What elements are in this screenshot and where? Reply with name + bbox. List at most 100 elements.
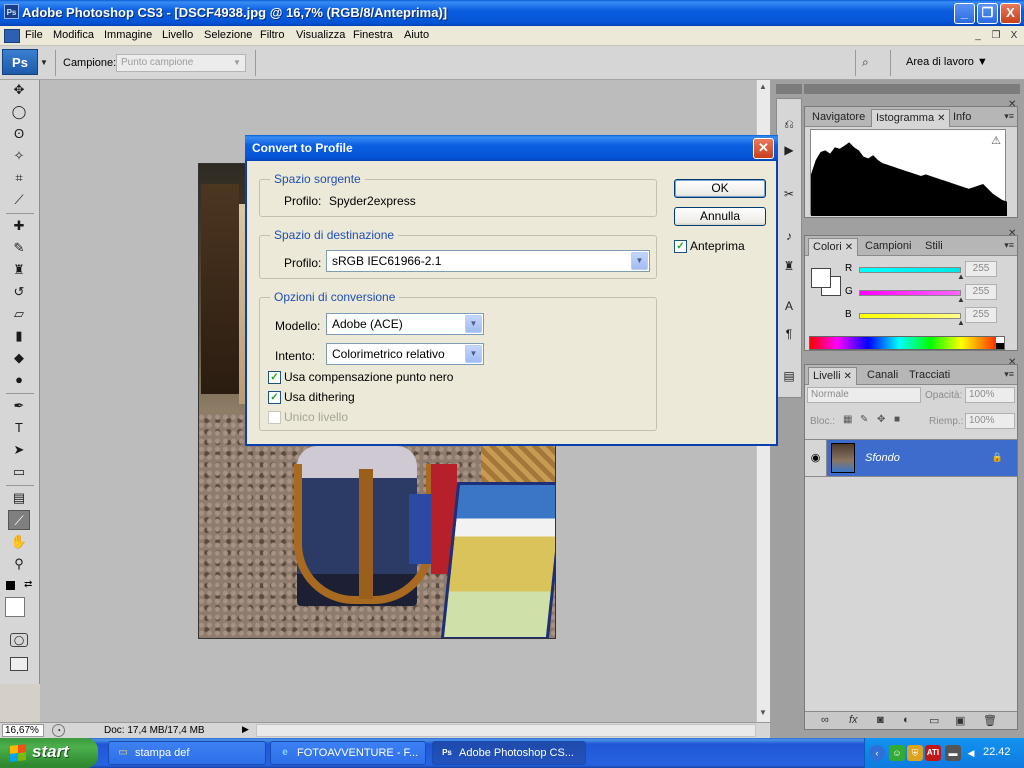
- default-colors-icon[interactable]: [6, 581, 15, 590]
- ati-icon[interactable]: ATI: [925, 745, 941, 761]
- foreground-color-chip[interactable]: [811, 268, 831, 288]
- scroll-down-icon[interactable]: ▼: [759, 708, 767, 717]
- tab-istogramma[interactable]: Istogramma ✕: [871, 109, 951, 127]
- color-ramp[interactable]: [809, 336, 1005, 350]
- history-brush-tool-icon[interactable]: ↺: [8, 282, 30, 302]
- tray-expand-icon[interactable]: ‹: [869, 745, 885, 761]
- close-icon[interactable]: ✕: [845, 242, 853, 253]
- green-gradient[interactable]: [859, 290, 961, 296]
- usb-icon[interactable]: ▬: [945, 745, 961, 761]
- blue-value[interactable]: 255: [965, 307, 997, 323]
- cancel-button[interactable]: Annulla: [674, 207, 766, 226]
- adjustment-layer-icon[interactable]: ◐: [903, 714, 910, 726]
- green-value[interactable]: 255: [965, 284, 997, 300]
- task-photoshop[interactable]: Ps Adobe Photoshop CS...: [432, 741, 586, 765]
- icon-dock-header[interactable]: [776, 84, 802, 94]
- character-panel-icon[interactable]: A: [780, 297, 798, 315]
- tab-campioni[interactable]: Campioni: [861, 238, 915, 256]
- foreground-color-swatch[interactable]: [5, 597, 25, 617]
- volume-icon[interactable]: ◀: [963, 745, 979, 761]
- status-info-icon[interactable]: ◔: [52, 724, 65, 737]
- gradient-tool-icon[interactable]: ▮: [8, 326, 30, 346]
- history-panel-icon[interactable]: ⎌: [780, 115, 798, 133]
- close-icon[interactable]: ✕: [937, 113, 945, 124]
- red-gradient[interactable]: [859, 267, 961, 273]
- move-tool-icon[interactable]: ✥: [8, 80, 30, 100]
- lock-move-icon[interactable]: ✥: [877, 414, 885, 425]
- swap-colors-icon[interactable]: ⇄: [24, 579, 32, 590]
- photoshop-logo[interactable]: Ps: [2, 49, 38, 75]
- close-button[interactable]: X: [1000, 3, 1021, 24]
- menu-finestra[interactable]: Finestra: [353, 29, 393, 41]
- menu-visualizza[interactable]: Visualizza: [296, 29, 345, 41]
- tab-livelli[interactable]: Livelli ✕: [808, 367, 857, 385]
- panel-menu-icon[interactable]: ▾≡: [1004, 240, 1014, 251]
- preview-checkbox[interactable]: ✓: [674, 240, 687, 253]
- intent-select[interactable]: Colorimetrico relativo ▼: [326, 343, 484, 365]
- blue-gradient[interactable]: [859, 313, 961, 319]
- destination-profile-select[interactable]: sRGB IEC61966-2.1 ▼: [326, 250, 650, 272]
- zoom-tool-icon[interactable]: ⚲: [8, 554, 30, 574]
- dialog-close-button[interactable]: ✕: [753, 138, 774, 159]
- document-icon[interactable]: [4, 29, 20, 43]
- add-mask-icon[interactable]: ◙: [877, 714, 884, 726]
- screen-mode-icon[interactable]: [10, 657, 28, 671]
- opacity-field[interactable]: 100%: [965, 387, 1015, 403]
- bpc-checkbox[interactable]: ✓: [268, 371, 281, 384]
- stamp-tool-icon[interactable]: ♜: [8, 260, 30, 280]
- zoom-field[interactable]: 16,67%: [2, 724, 44, 737]
- clone-source-icon[interactable]: ♜: [780, 257, 798, 275]
- healing-tool-icon[interactable]: ✚: [8, 216, 30, 236]
- warning-icon[interactable]: ⚠: [991, 134, 1001, 147]
- tool-preset-dropdown-icon[interactable]: ▼: [40, 58, 48, 67]
- new-layer-icon[interactable]: ▣: [955, 714, 965, 727]
- bpc-label[interactable]: Usa compensazione punto nero: [284, 370, 453, 384]
- task-fotoavventure[interactable]: e FOTOAVVENTURE - F...: [270, 741, 426, 765]
- magic-wand-tool-icon[interactable]: ✧: [8, 146, 30, 166]
- status-menu-arrow-icon[interactable]: ▶: [242, 724, 249, 735]
- tab-info[interactable]: Info: [949, 109, 975, 127]
- canvas-horizontal-scrollbar[interactable]: [256, 724, 756, 737]
- visibility-eye-icon[interactable]: ◉: [805, 440, 827, 476]
- panel-menu-icon[interactable]: ▾≡: [1004, 369, 1014, 380]
- dither-label[interactable]: Usa dithering: [284, 390, 355, 404]
- link-layers-icon[interactable]: ∞: [821, 714, 829, 726]
- trash-icon[interactable]: 🗑: [983, 714, 997, 727]
- layer-name[interactable]: Sfondo: [865, 452, 900, 464]
- lock-transparent-icon[interactable]: ▦: [843, 414, 852, 425]
- slider-thumb-icon[interactable]: ▲: [957, 272, 965, 281]
- pen-tool-icon[interactable]: ✒: [8, 396, 30, 416]
- messenger-icon[interactable]: ☺: [889, 745, 905, 761]
- tool-presets-icon[interactable]: ✂: [780, 185, 798, 203]
- slice-tool-icon[interactable]: ⟋: [8, 190, 30, 210]
- brush-tool-icon[interactable]: ✎: [8, 238, 30, 258]
- type-tool-icon[interactable]: T: [8, 418, 30, 438]
- blur-tool-icon[interactable]: ◆: [8, 348, 30, 368]
- dither-checkbox[interactable]: ✓: [268, 391, 281, 404]
- panel-dock-header[interactable]: [804, 84, 1020, 94]
- fill-field[interactable]: 100%: [965, 413, 1015, 429]
- doc-minimize-button[interactable]: _: [970, 28, 986, 44]
- tab-colori[interactable]: Colori ✕: [808, 238, 859, 256]
- dialog-titlebar[interactable]: Convert to Profile ✕: [245, 135, 778, 161]
- red-value[interactable]: 255: [965, 261, 997, 277]
- slider-thumb-icon[interactable]: ▲: [957, 318, 965, 327]
- black-white-ramp[interactable]: [996, 337, 1004, 349]
- restore-button[interactable]: ❐: [977, 3, 998, 24]
- fx-icon[interactable]: fx: [849, 714, 858, 726]
- close-icon[interactable]: ✕: [844, 371, 852, 382]
- panel-close-icon[interactable]: ✕: [1008, 99, 1022, 110]
- lock-all-icon[interactable]: ■: [894, 414, 900, 425]
- scroll-up-icon[interactable]: ▲: [759, 82, 767, 91]
- sample-select[interactable]: Punto campione ▼: [116, 54, 246, 72]
- blend-mode-select[interactable]: Normale: [807, 387, 921, 403]
- menu-aiuto[interactable]: Aiuto: [404, 29, 429, 41]
- brushes-panel-icon[interactable]: ♪: [780, 227, 798, 245]
- slider-thumb-icon[interactable]: ▲: [957, 295, 965, 304]
- minimize-button[interactable]: _: [954, 3, 975, 24]
- eyedropper-tool-icon[interactable]: ⟋: [8, 510, 30, 530]
- doc-restore-button[interactable]: ❐: [988, 28, 1004, 44]
- lasso-tool-icon[interactable]: ʘ: [8, 124, 30, 144]
- hand-tool-icon[interactable]: ✋: [8, 532, 30, 552]
- security-icon[interactable]: ⛨: [907, 745, 923, 761]
